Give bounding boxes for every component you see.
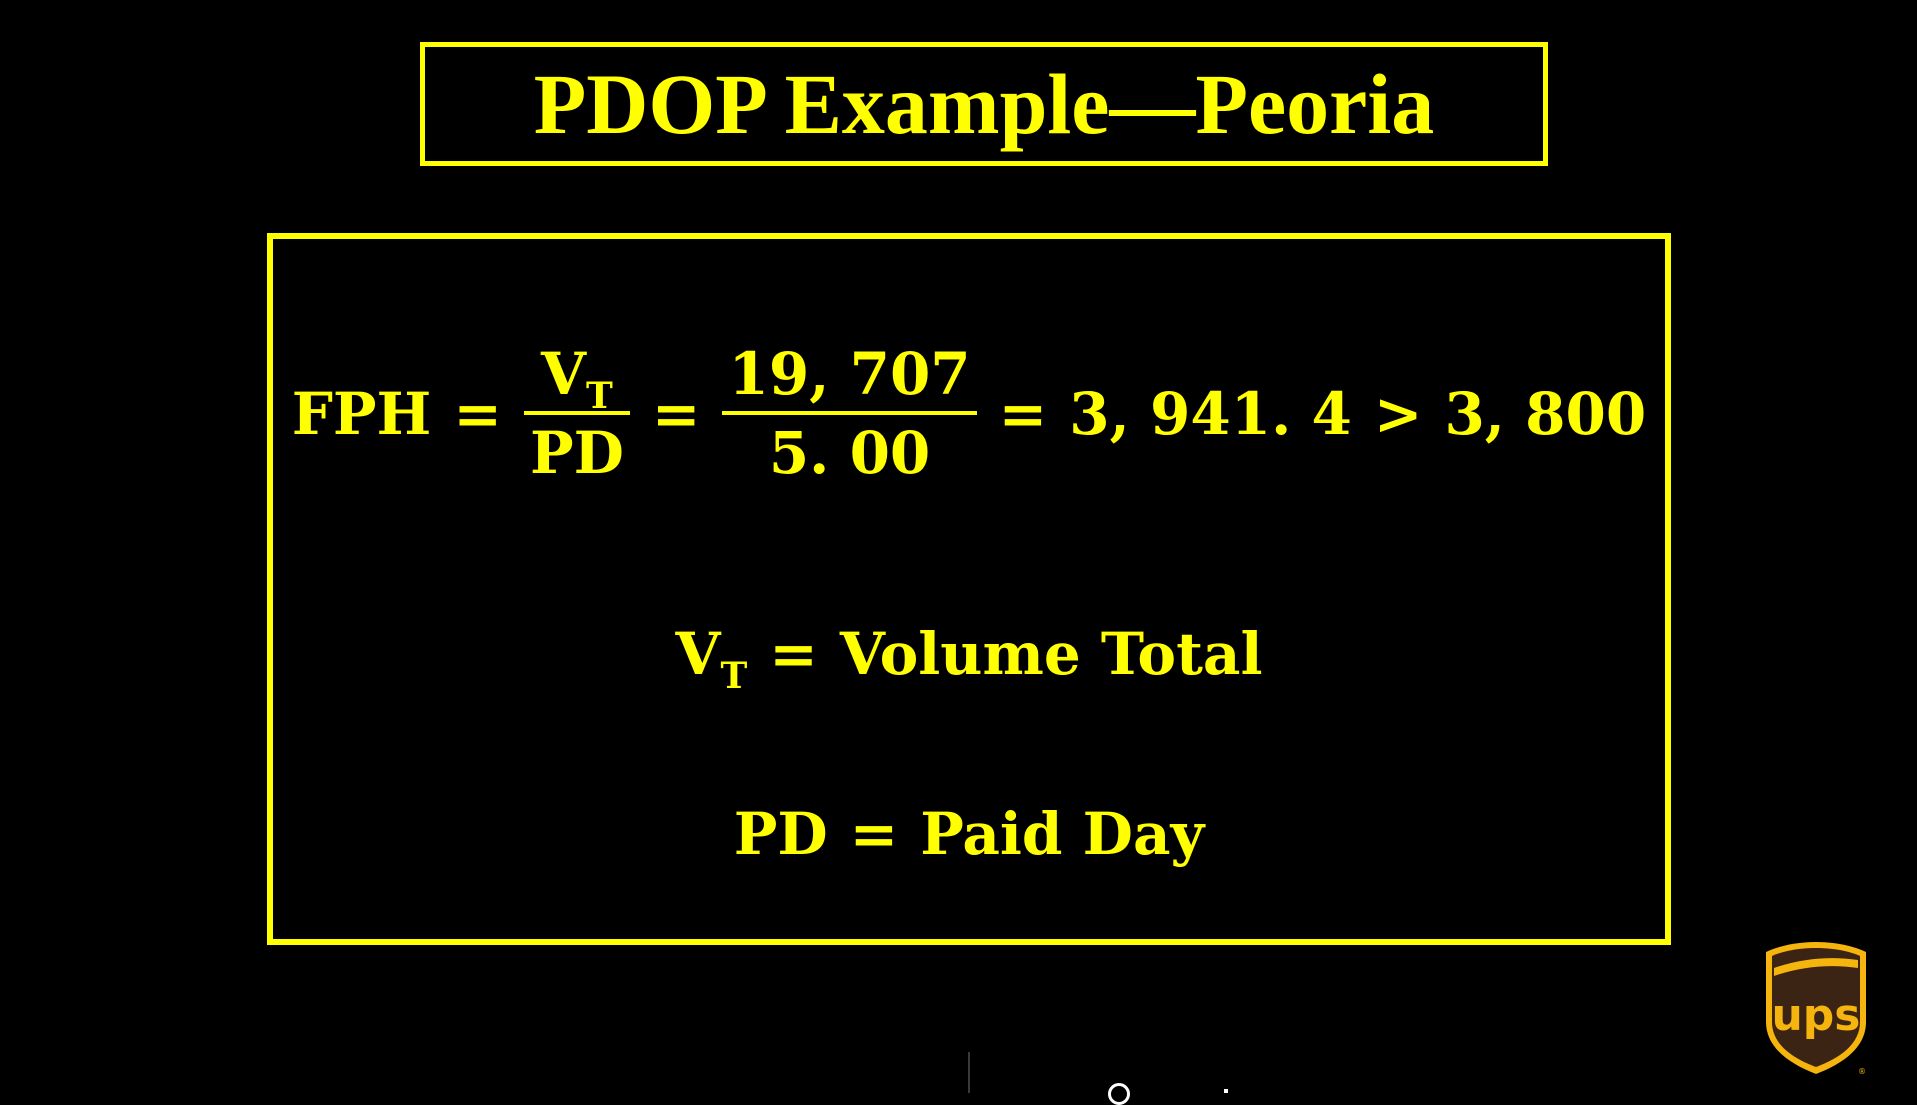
cursor-dot-icon bbox=[1224, 1089, 1228, 1093]
definition-equals: = bbox=[849, 800, 899, 868]
slide-title: PDOP Example—Peoria bbox=[533, 56, 1435, 152]
definition-equals: = bbox=[769, 620, 818, 688]
equals-sign-1: = bbox=[453, 380, 502, 448]
fraction-symbolic-denominator: PD bbox=[529, 419, 624, 487]
ups-shield-icon: ups ® bbox=[1766, 942, 1866, 1076]
slide-title-box: PDOP Example—Peoria bbox=[420, 42, 1548, 166]
bottom-divider bbox=[968, 1052, 970, 1093]
svg-text:®: ® bbox=[1858, 1067, 1866, 1076]
logo-text: ups bbox=[1771, 990, 1860, 1041]
definition-paid-day: PD = Paid Day bbox=[273, 789, 1665, 879]
formula-threshold: 3, 800 bbox=[1444, 380, 1647, 448]
definition-symbol: PD bbox=[733, 800, 828, 868]
cursor-ring-icon bbox=[1108, 1083, 1130, 1105]
definition-base: V bbox=[675, 620, 721, 688]
definition-symbol: VT bbox=[675, 625, 747, 694]
fraction-bar bbox=[523, 411, 630, 415]
numerator-base: V bbox=[541, 340, 587, 409]
formula-lhs: FPH bbox=[291, 380, 432, 448]
fraction-bar bbox=[722, 411, 977, 415]
definition-volume-total: VT = Volume Total bbox=[273, 609, 1665, 699]
ups-logo: ups ® bbox=[1762, 938, 1870, 1078]
definition-subscript: T bbox=[720, 655, 748, 697]
formula-result: 3, 941. 4 bbox=[1069, 380, 1352, 448]
definition-meaning: Paid Day bbox=[920, 800, 1205, 868]
equals-sign-2: = bbox=[651, 380, 701, 448]
formula-box: FPH = VT PD = 19, 707 5. 00 = 3, 941. 4 … bbox=[267, 233, 1671, 945]
fraction-numeric-denominator: 5. 00 bbox=[768, 419, 931, 487]
numerator-subscript: T bbox=[586, 375, 613, 418]
definition-meaning: Volume Total bbox=[839, 620, 1263, 688]
fraction-symbolic-numerator: VT bbox=[535, 340, 619, 417]
fph-formula: FPH = VT PD = 19, 707 5. 00 = 3, 941. 4 … bbox=[273, 334, 1665, 494]
fraction-symbolic: VT PD bbox=[523, 340, 630, 487]
equals-sign-3: = bbox=[998, 380, 1048, 448]
fraction-numeric: 19, 707 5. 00 bbox=[722, 340, 977, 487]
fraction-numeric-numerator: 19, 707 bbox=[728, 340, 971, 409]
greater-than-sign: > bbox=[1373, 380, 1423, 448]
